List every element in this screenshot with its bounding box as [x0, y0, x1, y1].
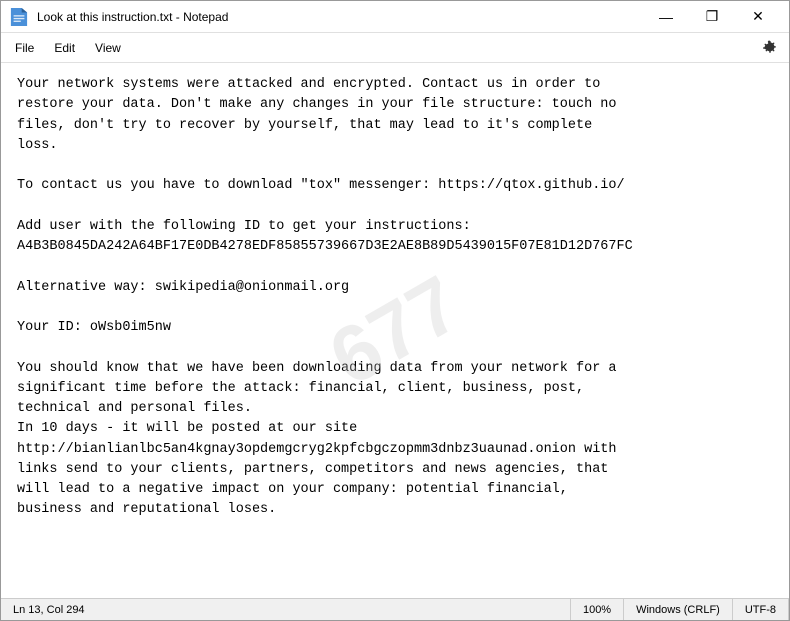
window-title: Look at this instruction.txt - Notepad [37, 10, 643, 24]
cursor-position: Ln 13, Col 294 [1, 599, 571, 620]
text-editor[interactable] [1, 63, 789, 598]
status-bar: Ln 13, Col 294 100% Windows (CRLF) UTF-8 [1, 598, 789, 620]
minimize-button[interactable]: — [643, 1, 689, 33]
zoom-level: 100% [571, 599, 624, 620]
menu-file[interactable]: File [5, 37, 44, 59]
line-ending: Windows (CRLF) [624, 599, 733, 620]
app-icon [9, 7, 29, 27]
menu-view[interactable]: View [85, 37, 131, 59]
encoding: UTF-8 [733, 599, 789, 620]
title-bar: Look at this instruction.txt - Notepad —… [1, 1, 789, 33]
window-controls: — ❐ ✕ [643, 1, 781, 33]
menu-edit[interactable]: Edit [44, 37, 85, 59]
menu-bar: File Edit View [1, 33, 789, 63]
maximize-button[interactable]: ❐ [689, 1, 735, 33]
close-button[interactable]: ✕ [735, 1, 781, 33]
editor-container: 677 [1, 63, 789, 598]
notepad-window: Look at this instruction.txt - Notepad —… [0, 0, 790, 621]
settings-button[interactable] [755, 33, 785, 63]
